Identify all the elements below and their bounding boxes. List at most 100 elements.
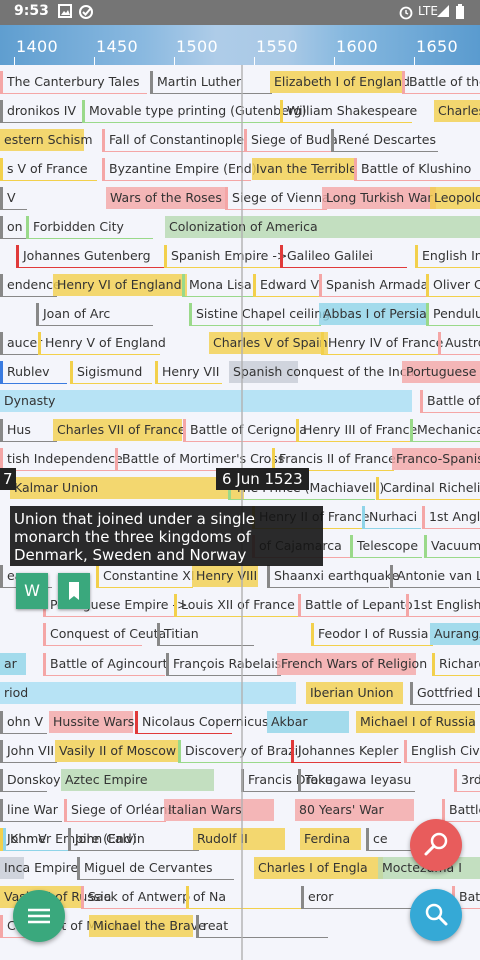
timeline-event[interactable]: Telescope — [350, 535, 422, 558]
timeline-event[interactable]: Forbidden City — [26, 216, 153, 239]
timeline-event[interactable]: Sigismund — [70, 361, 152, 384]
timeline-event[interactable]: Hus — [0, 419, 57, 442]
timeline-event[interactable]: Johannes Kepler — [291, 740, 401, 763]
timeline-event[interactable]: Antonie van Le — [390, 565, 480, 588]
timeline-event[interactable]: Spanish conquest of the Inca — [229, 361, 414, 383]
timeline-event[interactable]: Ivan the Terrible — [252, 158, 357, 180]
timeline-event[interactable]: Dynasty — [0, 390, 412, 412]
timeline-event[interactable]: Long Turkish War — [322, 187, 436, 209]
timeline-event[interactable]: Michael the Brave — [89, 915, 206, 937]
timeline-event[interactable]: 3rd — [454, 769, 480, 792]
timeline-event[interactable]: John Calvin — [68, 828, 199, 851]
timeline-event[interactable]: Charles VII of France — [53, 419, 186, 441]
timeline-event[interactable]: Portuguese R — [402, 361, 480, 383]
timeline-event[interactable]: Siege of Buda — [244, 129, 338, 152]
timeline-event[interactable]: The Canterbury Tales — [0, 71, 147, 94]
timeline-event[interactable]: Austro — [438, 332, 480, 355]
timeline-event[interactable]: Titian — [157, 623, 254, 646]
timeline-event[interactable]: Vasily II of Moscow — [55, 740, 179, 762]
timeline-event[interactable]: Byzantine Empire (End) — [102, 158, 257, 181]
timeline-event[interactable]: 80 Years' War — [295, 799, 414, 821]
timeline-event[interactable]: Charles I of Engla — [254, 857, 383, 879]
timeline-event[interactable]: Fall of Constantinople — [102, 129, 244, 152]
timeline-event[interactable]: Khmer Empire (End) — [3, 828, 137, 851]
timeline-event[interactable]: Miguel de Cervantes — [77, 857, 234, 880]
timeline-event[interactable]: V — [0, 187, 27, 210]
timeline-event[interactable]: Movable type printing (Gutenberg) — [82, 100, 307, 123]
timeline-event[interactable]: French Wars of Religion — [277, 653, 427, 675]
timeline-event[interactable]: John VII — [0, 740, 57, 763]
timeline-event[interactable]: Spanish Armada — [319, 274, 431, 297]
timeline-event[interactable]: on — [0, 216, 27, 239]
timeline-event[interactable]: 1st English C — [406, 594, 480, 617]
timeline-event[interactable]: Colonization of America — [165, 216, 480, 238]
timeline-event[interactable]: Hussite Wars — [49, 711, 134, 733]
timeline-event[interactable]: Discovery of Brazil — [178, 740, 302, 763]
timeline-event[interactable]: Joan of Arc — [36, 303, 153, 326]
timeline-event[interactable]: Abbas I of Persia — [319, 303, 428, 325]
timeline-event[interactable]: tish Independence — [0, 448, 123, 471]
timeline-event[interactable]: Nurhaci — [362, 506, 421, 529]
timeline-event[interactable]: s V of France — [0, 158, 97, 181]
timeline-event[interactable]: Rublev — [0, 361, 67, 384]
timeline-event[interactable]: riod — [0, 682, 296, 704]
timeline-event[interactable]: Henry VIII — [192, 565, 258, 587]
timeline-event[interactable]: Cardinal Richelieu — [376, 477, 480, 500]
timeline-event[interactable]: Gottfried Le — [410, 682, 480, 705]
timeline-event[interactable]: ar — [0, 653, 26, 675]
timeline-event[interactable]: Aztec Empire — [61, 769, 214, 791]
timeline-event[interactable]: Francis Drake — [241, 769, 333, 792]
timeline-event[interactable]: 1st Anglo — [422, 506, 480, 529]
timeline-event[interactable]: Feodor I of Russia — [311, 623, 433, 646]
timeline-event[interactable]: Battle of Klushino — [354, 158, 480, 181]
timeline-event[interactable]: ohn V — [0, 711, 47, 734]
timeline-event[interactable]: line War — [0, 799, 62, 822]
timeline-event[interactable]: William Shakespeare — [280, 100, 417, 123]
timeline-event[interactable]: Donskoy — [0, 769, 61, 792]
timeline-event[interactable]: Johannes Gutenberg — [16, 245, 173, 268]
timeline-event[interactable]: René Descartes — [331, 129, 438, 152]
timeline-event[interactable]: Battle of the D — [402, 71, 480, 94]
wikipedia-button[interactable]: W — [16, 573, 48, 609]
timeline-event[interactable]: reat — [196, 915, 328, 938]
timeline-event[interactable]: Italian Wars — [164, 799, 274, 821]
timeline-event[interactable]: Franco-Spanish — [392, 448, 480, 470]
timeline-event[interactable]: Battle of Lepanto — [298, 594, 413, 617]
timeline-event[interactable]: François Rabelais — [166, 653, 281, 676]
timeline-event[interactable]: Henry VI of England — [53, 274, 187, 296]
timeline-event[interactable]: Inca Empire — [0, 857, 78, 879]
timeline-event[interactable]: of Na — [186, 886, 319, 909]
timeline-event[interactable]: Battle of W — [420, 390, 480, 413]
timeline-event[interactable]: Michael I of Russia — [356, 711, 476, 733]
timeline-event[interactable]: Siege of Orléans — [64, 799, 174, 822]
timeline-event[interactable]: Galileo Galilei — [280, 245, 407, 268]
timeline-event[interactable]: Richard — [432, 653, 480, 676]
timeline-event[interactable]: Henry VII — [155, 361, 222, 384]
timeline-event[interactable]: Battle of Agincourt — [43, 653, 168, 676]
timeline-event[interactable]: Henry V of England — [38, 332, 166, 355]
timeline-event[interactable]: Mechanical — [410, 419, 480, 442]
timeline-event[interactable]: Henry IV of France — [321, 332, 443, 355]
timeline-event[interactable]: Shaanxi earthquake — [267, 565, 399, 588]
timeline-event[interactable]: Nicolaus Copernicus — [135, 711, 269, 734]
timeline-event[interactable]: dronikos IV — [0, 100, 87, 123]
timeline-event[interactable]: Mona Lisa — [182, 274, 259, 297]
bookmark-button[interactable] — [58, 573, 90, 609]
timeline-event[interactable]: Iberian Union — [306, 682, 403, 704]
timeline-event[interactable]: estern Schism — [0, 129, 93, 151]
timeline-event[interactable]: aucer — [0, 332, 42, 355]
timeline-event[interactable]: Kalmar Union — [10, 477, 244, 499]
timeline-event[interactable]: Wars of the Roses — [106, 187, 225, 209]
timeline-event[interactable]: Sistine Chapel ceiling — [189, 303, 330, 326]
timeline-event[interactable]: Elizabeth I of England — [270, 71, 410, 93]
timeline-event[interactable]: Henry III of France — [296, 419, 418, 442]
timeline-event[interactable]: Ferdina — [300, 828, 361, 850]
timeline-event[interactable]: Charles — [434, 100, 480, 122]
timeline-event[interactable]: Pendulu — [426, 303, 480, 326]
timeline-event[interactable]: endence — [0, 274, 61, 297]
menu-button[interactable] — [13, 890, 65, 942]
timeline-event[interactable]: Charles V of Spain — [209, 332, 328, 354]
timeline-event[interactable]: Louis XII of France — [174, 594, 301, 617]
timeline-event[interactable]: Akbar — [267, 711, 349, 733]
timeline-event[interactable]: Conquest of Ceuta — [43, 623, 166, 646]
